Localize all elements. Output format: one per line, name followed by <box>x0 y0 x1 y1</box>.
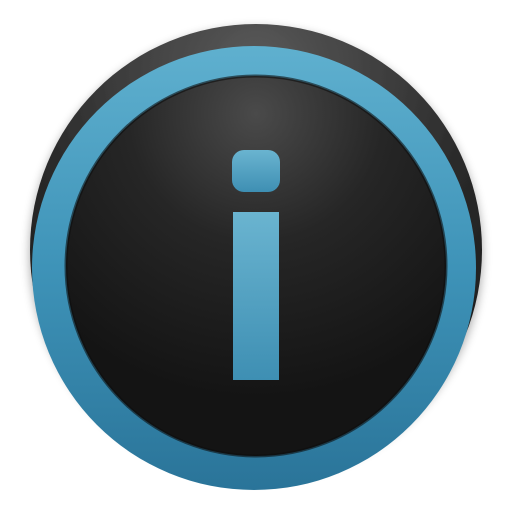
info-glyph-stem <box>233 212 279 380</box>
app-icon-canvas <box>0 0 512 512</box>
info-glyph-dot <box>232 150 280 192</box>
info-icon[interactable] <box>0 0 512 512</box>
